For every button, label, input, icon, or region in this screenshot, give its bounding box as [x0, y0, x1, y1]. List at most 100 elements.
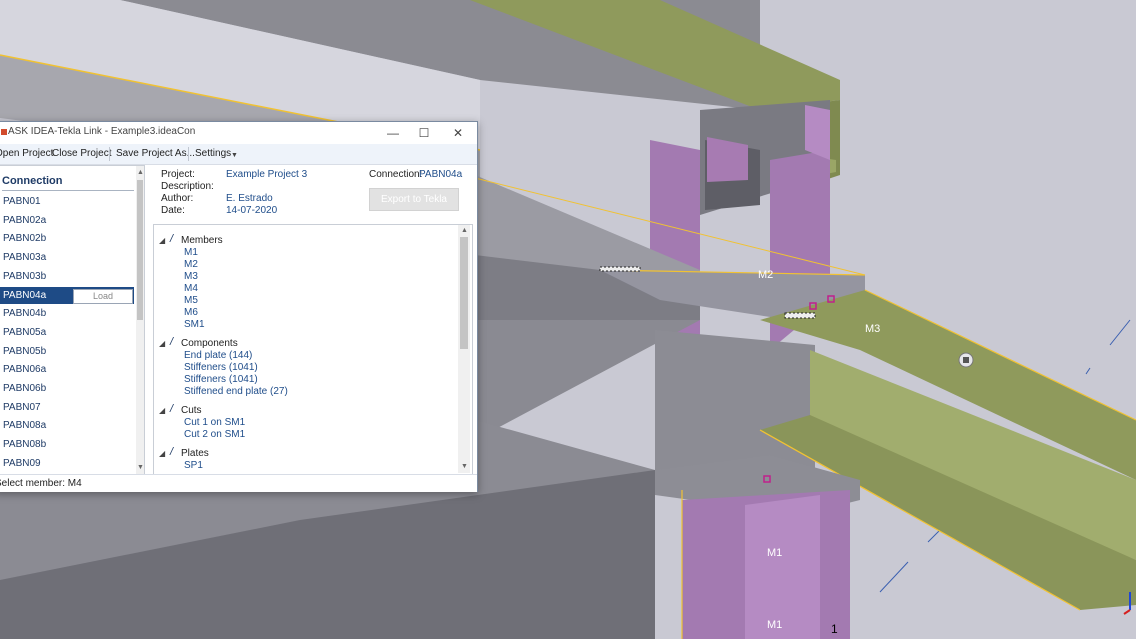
scroll-up-icon[interactable]: ▲: [137, 169, 144, 176]
minimize-button[interactable]: —: [380, 124, 406, 142]
grey-center-web: [655, 330, 815, 470]
tree-scrollbar-thumb[interactable]: [460, 237, 468, 349]
tree-item-cut[interactable]: Cut 1 on SM1: [184, 417, 245, 428]
group-icon: /: [170, 403, 174, 415]
list-item[interactable]: PABN03a: [0, 249, 134, 266]
tree-item-component[interactable]: Stiffened end plate (27): [184, 386, 288, 397]
orbit-icon-cube: [963, 357, 969, 363]
list-item[interactable]: PABN04b: [0, 305, 134, 322]
tree-item-member[interactable]: M4: [184, 283, 198, 294]
tree-group-cuts[interactable]: Cuts: [181, 405, 202, 416]
tree-item-member[interactable]: M2: [184, 259, 198, 270]
list-item-label: PABN03a: [3, 252, 47, 264]
tree-item-member[interactable]: M1: [184, 247, 198, 258]
collapse-icon[interactable]: ◢: [159, 339, 165, 348]
member-label-m2: M2: [758, 269, 774, 281]
list-item[interactable]: PABN07: [0, 399, 134, 416]
list-item-label: PABN06b: [3, 383, 47, 394]
list-item[interactable]: PABN06a: [0, 361, 134, 378]
tree-item-plate[interactable]: SP1: [184, 460, 203, 471]
member-label-m3: M3: [865, 323, 881, 335]
save-project-as-button[interactable]: Save Project As...: [116, 148, 195, 159]
tree-group-components[interactable]: Components: [181, 338, 238, 349]
list-item[interactable]: PABN03b: [0, 268, 134, 285]
tree-group-members[interactable]: Members: [181, 235, 223, 246]
collapse-icon[interactable]: ◢: [159, 406, 165, 415]
list-item-label: PABN05a: [3, 326, 47, 338]
close-project-button[interactable]: Close Project: [52, 148, 111, 159]
list-item[interactable]: PABN09: [0, 455, 134, 472]
collapse-icon[interactable]: ◢: [159, 236, 165, 245]
list-item[interactable]: PABN02b: [0, 230, 134, 247]
weld-mark: [599, 266, 641, 272]
list-item[interactable]: PABN01: [0, 193, 134, 210]
list-scrollbar-thumb[interactable]: [137, 180, 143, 320]
tree-item-component[interactable]: Stiffeners (1041): [184, 374, 258, 385]
connection-label: Connection:: [369, 169, 423, 180]
tree-item-component[interactable]: End plate (144): [184, 350, 252, 361]
tree-item-component[interactable]: Stiffeners (1041): [184, 362, 258, 373]
menu-bar: Open Project Close Project Save Project …: [0, 144, 477, 165]
list-item-label: PABN02b: [3, 233, 47, 245]
maximize-button[interactable]: ☐: [411, 124, 437, 142]
list-item-label: PABN01: [3, 196, 41, 207]
scroll-down-icon[interactable]: ▼: [137, 464, 144, 471]
list-item-label: PABN08a: [3, 420, 47, 432]
list-item[interactable]: PABN05a: [0, 324, 134, 341]
tree-item-cut[interactable]: Cut 2 on SM1: [184, 429, 245, 440]
weld-mark: [784, 312, 816, 319]
close-button[interactable]: ✕: [445, 124, 471, 142]
list-item-label: PABN04a: [3, 289, 47, 301]
list-item-label: PABN06a: [3, 364, 47, 376]
collapse-icon[interactable]: ◢: [159, 449, 165, 458]
list-item-label: PABN05b: [3, 345, 47, 357]
tree-item-member[interactable]: M5: [184, 295, 198, 306]
author-value: E. Estrado: [226, 193, 273, 204]
view-number-label: 1: [831, 622, 838, 636]
window-title: ASK IDEA-Tekla Link - Example3.ideaCon: [8, 126, 196, 137]
tree-item-member[interactable]: SM1: [184, 319, 205, 330]
chevron-down-icon: ▼: [231, 152, 238, 159]
tree-group-plates[interactable]: Plates: [181, 448, 209, 459]
group-icon: /: [170, 233, 174, 245]
tree-item-member[interactable]: M6: [184, 307, 198, 318]
settings-menu[interactable]: Settings: [195, 148, 231, 159]
list-item-label: PABN03b: [3, 270, 47, 282]
menu-separator: [188, 147, 189, 161]
column-lower-flange: [745, 495, 820, 639]
list-item-label: PABN02a: [3, 214, 47, 226]
connection-value: PABN04a: [419, 169, 463, 180]
load-button[interactable]: Load: [73, 288, 133, 304]
list-item-label: PABN07: [3, 401, 41, 413]
connection-list-header: Connection: [2, 175, 63, 187]
list-item-selected[interactable]: PABN04a Load: [0, 286, 134, 304]
list-item[interactable]: PABN06b: [0, 380, 134, 397]
scroll-down-icon[interactable]: ▼: [461, 463, 468, 470]
list-item[interactable]: PABN08a: [0, 417, 134, 434]
date-label: Date:: [161, 205, 185, 216]
title-bar[interactable]: ASK IDEA-Tekla Link - Example3.ideaCon —…: [0, 122, 477, 144]
list-item-label: PABN04b: [3, 308, 47, 320]
list-item-label: PABN08b: [3, 439, 47, 451]
app-icon: [1, 129, 7, 135]
tree-item-member[interactable]: M3: [184, 271, 198, 282]
author-label: Author:: [161, 193, 194, 204]
project-value: Example Project 3: [226, 169, 308, 180]
list-item[interactable]: PABN02a: [0, 212, 134, 229]
export-to-tekla-button[interactable]: Export to Tekla: [369, 188, 459, 211]
project-label: Project:: [161, 169, 195, 180]
list-item[interactable]: PABN08b: [0, 436, 134, 453]
open-project-button[interactable]: Open Project: [0, 148, 53, 159]
list-item[interactable]: PABN05b: [0, 343, 134, 360]
scroll-up-icon[interactable]: ▲: [461, 227, 468, 234]
member-label-m1-lower: M1: [767, 619, 783, 631]
description-label: Description:: [161, 181, 214, 192]
menu-separator: [109, 147, 110, 161]
connection-list-panel: Connection PABN01 PABN02a PABN02b PABN03…: [0, 165, 145, 476]
member-label-m1: M1: [767, 547, 783, 559]
status-text: Select member: M4: [0, 478, 82, 489]
header-divider: [2, 190, 134, 191]
connection-tree-panel: ◢ / Members M1 M2 M3 M4 M5 M6 SM1 ◢ / Co…: [153, 224, 473, 476]
status-bar: Select member: M4: [0, 474, 477, 492]
date-value: 14-07-2020: [226, 205, 278, 216]
